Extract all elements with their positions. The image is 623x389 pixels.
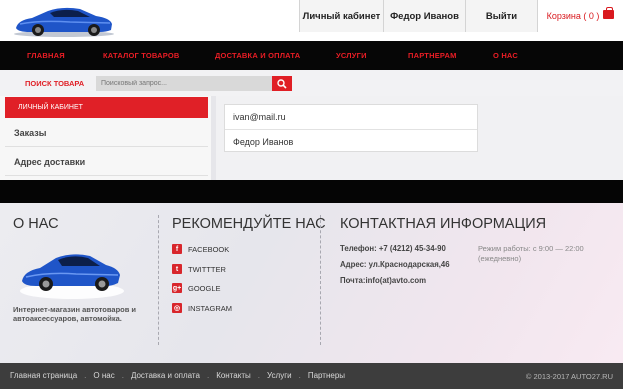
sidebar-item-delivery-address[interactable]: Адрес доставки (5, 148, 208, 176)
recommend-title: РЕКОМЕНДУЙТЕ НАС (172, 216, 326, 232)
contact-address: Адрес: ул.Краснодарская,46 (340, 260, 450, 269)
nav-item-delivery[interactable]: ДОСТАВКА И ОПЛАТА (215, 51, 300, 60)
social-google[interactable]: g+ GOOGLE (172, 283, 221, 293)
footer: О НАС Интернет-магазин автотоваров и авт… (0, 203, 623, 363)
separator: . (257, 371, 260, 380)
search-button[interactable] (272, 76, 292, 91)
social-label: TWITTTER (188, 264, 226, 274)
contact-phone: Телефон: +7 (4212) 45-34-90 (340, 244, 446, 253)
social-twitter[interactable]: t TWITTTER (172, 264, 226, 274)
separator: . (84, 371, 87, 380)
column-divider (320, 215, 321, 345)
search-label: ПОИСК ТОВАРА (25, 79, 85, 88)
bottom-link-contacts[interactable]: Контакты (216, 371, 251, 380)
search-input[interactable] (96, 76, 272, 91)
sidebar-item-orders[interactable]: Заказы (5, 119, 208, 147)
bottom-link-services[interactable]: Услуги (267, 371, 292, 380)
social-label: GOOGLE (188, 283, 221, 293)
profile-panel: ivan@mail.ru Федор Иванов (216, 96, 623, 180)
bottom-link-home[interactable]: Главная страница (10, 371, 77, 380)
divider-band (0, 180, 623, 203)
copyright: © 2013-2017 AUTO27.RU (525, 372, 613, 381)
bottom-link-about[interactable]: О нас (93, 371, 114, 380)
twitter-icon: t (172, 264, 182, 274)
main-nav: ГЛАВНАЯ КАТАЛОГ ТОВАРОВ ДОСТАВКА И ОПЛАТ… (0, 41, 623, 70)
cart-label: Корзина ( 0 ) (546, 11, 600, 21)
nav-item-home[interactable]: ГЛАВНАЯ (27, 51, 65, 60)
nav-item-partners[interactable]: ПАРТНЕРАМ (408, 51, 457, 60)
facebook-icon: f (172, 244, 182, 254)
profile-email: ivan@mail.ru (233, 112, 286, 122)
separator: . (121, 371, 124, 380)
nav-item-catalog[interactable]: КАТАЛОГ ТОВАРОВ (103, 51, 180, 60)
social-instagram[interactable]: ◎ INSTAGRAM (172, 303, 232, 313)
working-hours: Режим работы: с 9:00 — 22:00 (ежедневно) (478, 244, 584, 263)
search-icon (277, 78, 287, 89)
bottom-bar: Главная страница . О нас . Доставка и оп… (0, 363, 623, 389)
profile-info-box: ivan@mail.ru Федор Иванов (224, 104, 478, 152)
social-facebook[interactable]: f FACEBOOK (172, 244, 229, 254)
column-divider (158, 215, 159, 345)
social-label: FACEBOOK (188, 244, 230, 254)
cabinet-link[interactable]: Личный кабинет (299, 0, 383, 32)
account-sidebar: ЛИЧНЫЙ КАБИНЕТ Заказы Адрес доставки (0, 96, 211, 180)
user-name-link[interactable]: Федор Иванов (383, 0, 465, 32)
sidebar-header: ЛИЧНЫЙ КАБИНЕТ (5, 97, 208, 118)
contact-title: КОНТАКТНАЯ ИНФОРМАЦИЯ (340, 216, 547, 232)
bottom-link-partners[interactable]: Партнеры (308, 371, 345, 380)
profile-name: Федор Иванов (225, 129, 477, 153)
contact-email: Почта:info(at)avto.com (340, 276, 427, 285)
nav-item-services[interactable]: УСЛУГИ (336, 51, 367, 60)
instagram-icon: ◎ (172, 303, 182, 313)
nav-item-about[interactable]: О НАС (493, 51, 518, 60)
separator: . (206, 371, 210, 380)
social-label: INSTAGRAM (188, 303, 233, 313)
logout-link[interactable]: Выйти (465, 0, 537, 32)
search-bar: ПОИСК ТОВАРА (0, 70, 623, 96)
shopping-bag-icon (603, 6, 615, 19)
top-header: Личный кабинет Федор Иванов Выйти Корзин… (0, 0, 623, 41)
car-image-icon (20, 254, 124, 299)
footer-about-title: О НАС (13, 216, 59, 232)
about-text: Интернет-магазин автотоваров и автоаксес… (13, 305, 137, 323)
google-plus-icon: g+ (172, 283, 182, 293)
car-logo-icon[interactable] (10, 2, 118, 38)
bottom-links: Главная страница . О нас . Доставка и оп… (10, 371, 345, 380)
bottom-link-delivery[interactable]: Доставка и оплата (131, 371, 200, 380)
separator: . (298, 371, 301, 380)
cart-link[interactable]: Корзина ( 0 ) (537, 0, 623, 32)
